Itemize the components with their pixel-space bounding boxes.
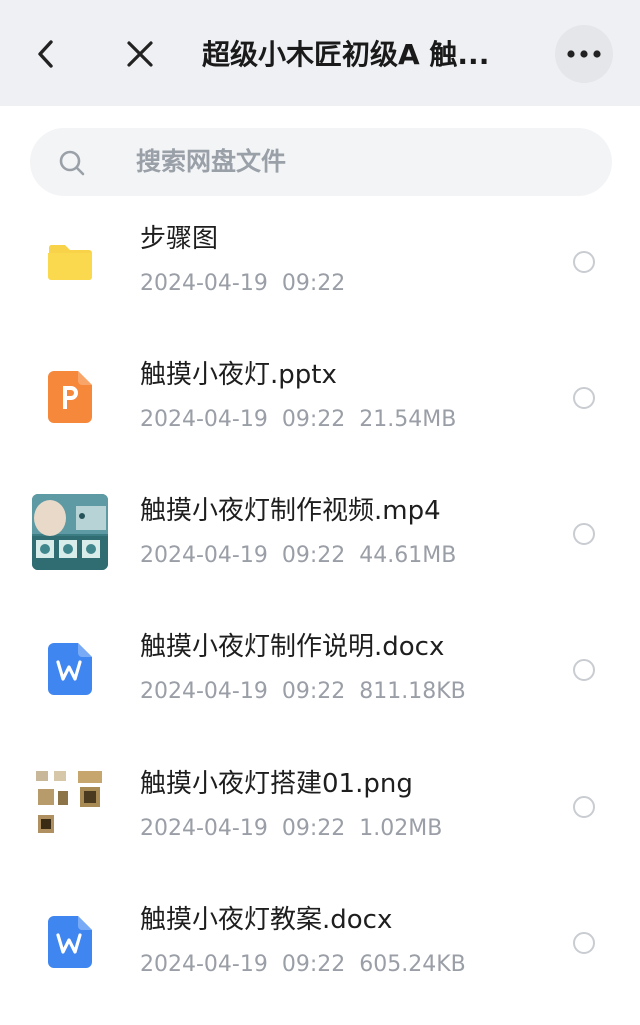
- file-meta: 2024-04-19 09:22 1.02MB: [140, 814, 456, 844]
- list-item[interactable]: 触摸小夜灯制作说明.docx 2024-04-19 09:22 811.18KB: [0, 613, 640, 749]
- file-time: 09:22: [281, 816, 346, 841]
- word-icon: [32, 904, 108, 980]
- file-time: 09:22: [281, 271, 346, 296]
- file-date: 2024-04-19: [140, 816, 268, 841]
- list-item[interactable]: 触摸小夜灯搭建01.png 2024-04-19 09:22 1.02MB: [0, 750, 640, 886]
- more-icon: [567, 50, 601, 58]
- file-name: 触摸小夜灯教案.docx: [140, 905, 393, 935]
- list-item[interactable]: 触摸小夜灯.pptx 2024-04-19 09:22 21.54MB: [0, 341, 640, 477]
- file-date: 2024-04-19: [140, 271, 268, 296]
- file-name: 步骤图: [140, 224, 219, 254]
- file-date: 2024-04-19: [140, 407, 268, 432]
- ppt-icon: [32, 359, 108, 435]
- file-meta: 2024-04-19 09:22 21.54MB: [140, 405, 470, 435]
- file-size: 811.18KB: [359, 679, 466, 704]
- word-icon: [32, 631, 108, 707]
- select-radio[interactable]: [573, 387, 595, 409]
- select-radio[interactable]: [573, 932, 595, 954]
- select-radio[interactable]: [573, 251, 595, 273]
- file-name: 触摸小夜灯.pptx: [140, 360, 337, 390]
- close-icon: [127, 41, 153, 67]
- list-item[interactable]: 步骤图 2024-04-19 09:22: [0, 205, 640, 341]
- select-radio[interactable]: [573, 523, 595, 545]
- file-name: 触摸小夜灯制作说明.docx: [140, 632, 445, 662]
- file-meta: 2024-04-19 09:22 605.24KB: [140, 950, 480, 980]
- file-date: 2024-04-19: [140, 679, 268, 704]
- search-icon: [59, 150, 85, 176]
- list-item[interactable]: 触摸小夜灯制作视频.mp4 2024-04-19 09:22 44.61MB: [0, 477, 640, 613]
- folder-icon: [32, 223, 108, 299]
- file-time: 09:22: [281, 407, 346, 432]
- file-name: 触摸小夜灯制作视频.mp4: [140, 496, 441, 526]
- file-time: 09:22: [281, 543, 346, 568]
- select-radio[interactable]: [573, 796, 595, 818]
- image-thumbnail: [32, 766, 108, 842]
- file-date: 2024-04-19: [140, 952, 268, 977]
- back-button[interactable]: [26, 34, 66, 74]
- file-size: 605.24KB: [359, 952, 466, 977]
- file-date: 2024-04-19: [140, 543, 268, 568]
- file-size: 1.02MB: [359, 816, 443, 841]
- list-item[interactable]: 触摸小夜灯教案.docx 2024-04-19 09:22 605.24KB: [0, 886, 640, 1022]
- chevron-left-icon: [38, 40, 53, 68]
- search-input[interactable]: 搜索网盘文件: [30, 128, 612, 196]
- file-meta: 2024-04-19 09:22 44.61MB: [140, 541, 470, 571]
- file-meta: 2024-04-19 09:22 811.18KB: [140, 677, 480, 707]
- close-button[interactable]: [118, 32, 162, 76]
- page-title: 超级小木匠初级A 触...: [202, 38, 490, 71]
- file-meta: 2024-04-19 09:22: [140, 269, 359, 299]
- search-placeholder: 搜索网盘文件: [136, 147, 287, 176]
- select-radio[interactable]: [573, 659, 595, 681]
- file-time: 09:22: [281, 679, 346, 704]
- top-bar: 超级小木匠初级A 触...: [0, 0, 640, 106]
- file-size: 44.61MB: [359, 543, 457, 568]
- video-thumbnail: [32, 494, 108, 570]
- file-size: 21.54MB: [359, 407, 457, 432]
- file-time: 09:22: [281, 952, 346, 977]
- more-button[interactable]: [555, 25, 613, 83]
- file-name: 触摸小夜灯搭建01.png: [140, 769, 413, 799]
